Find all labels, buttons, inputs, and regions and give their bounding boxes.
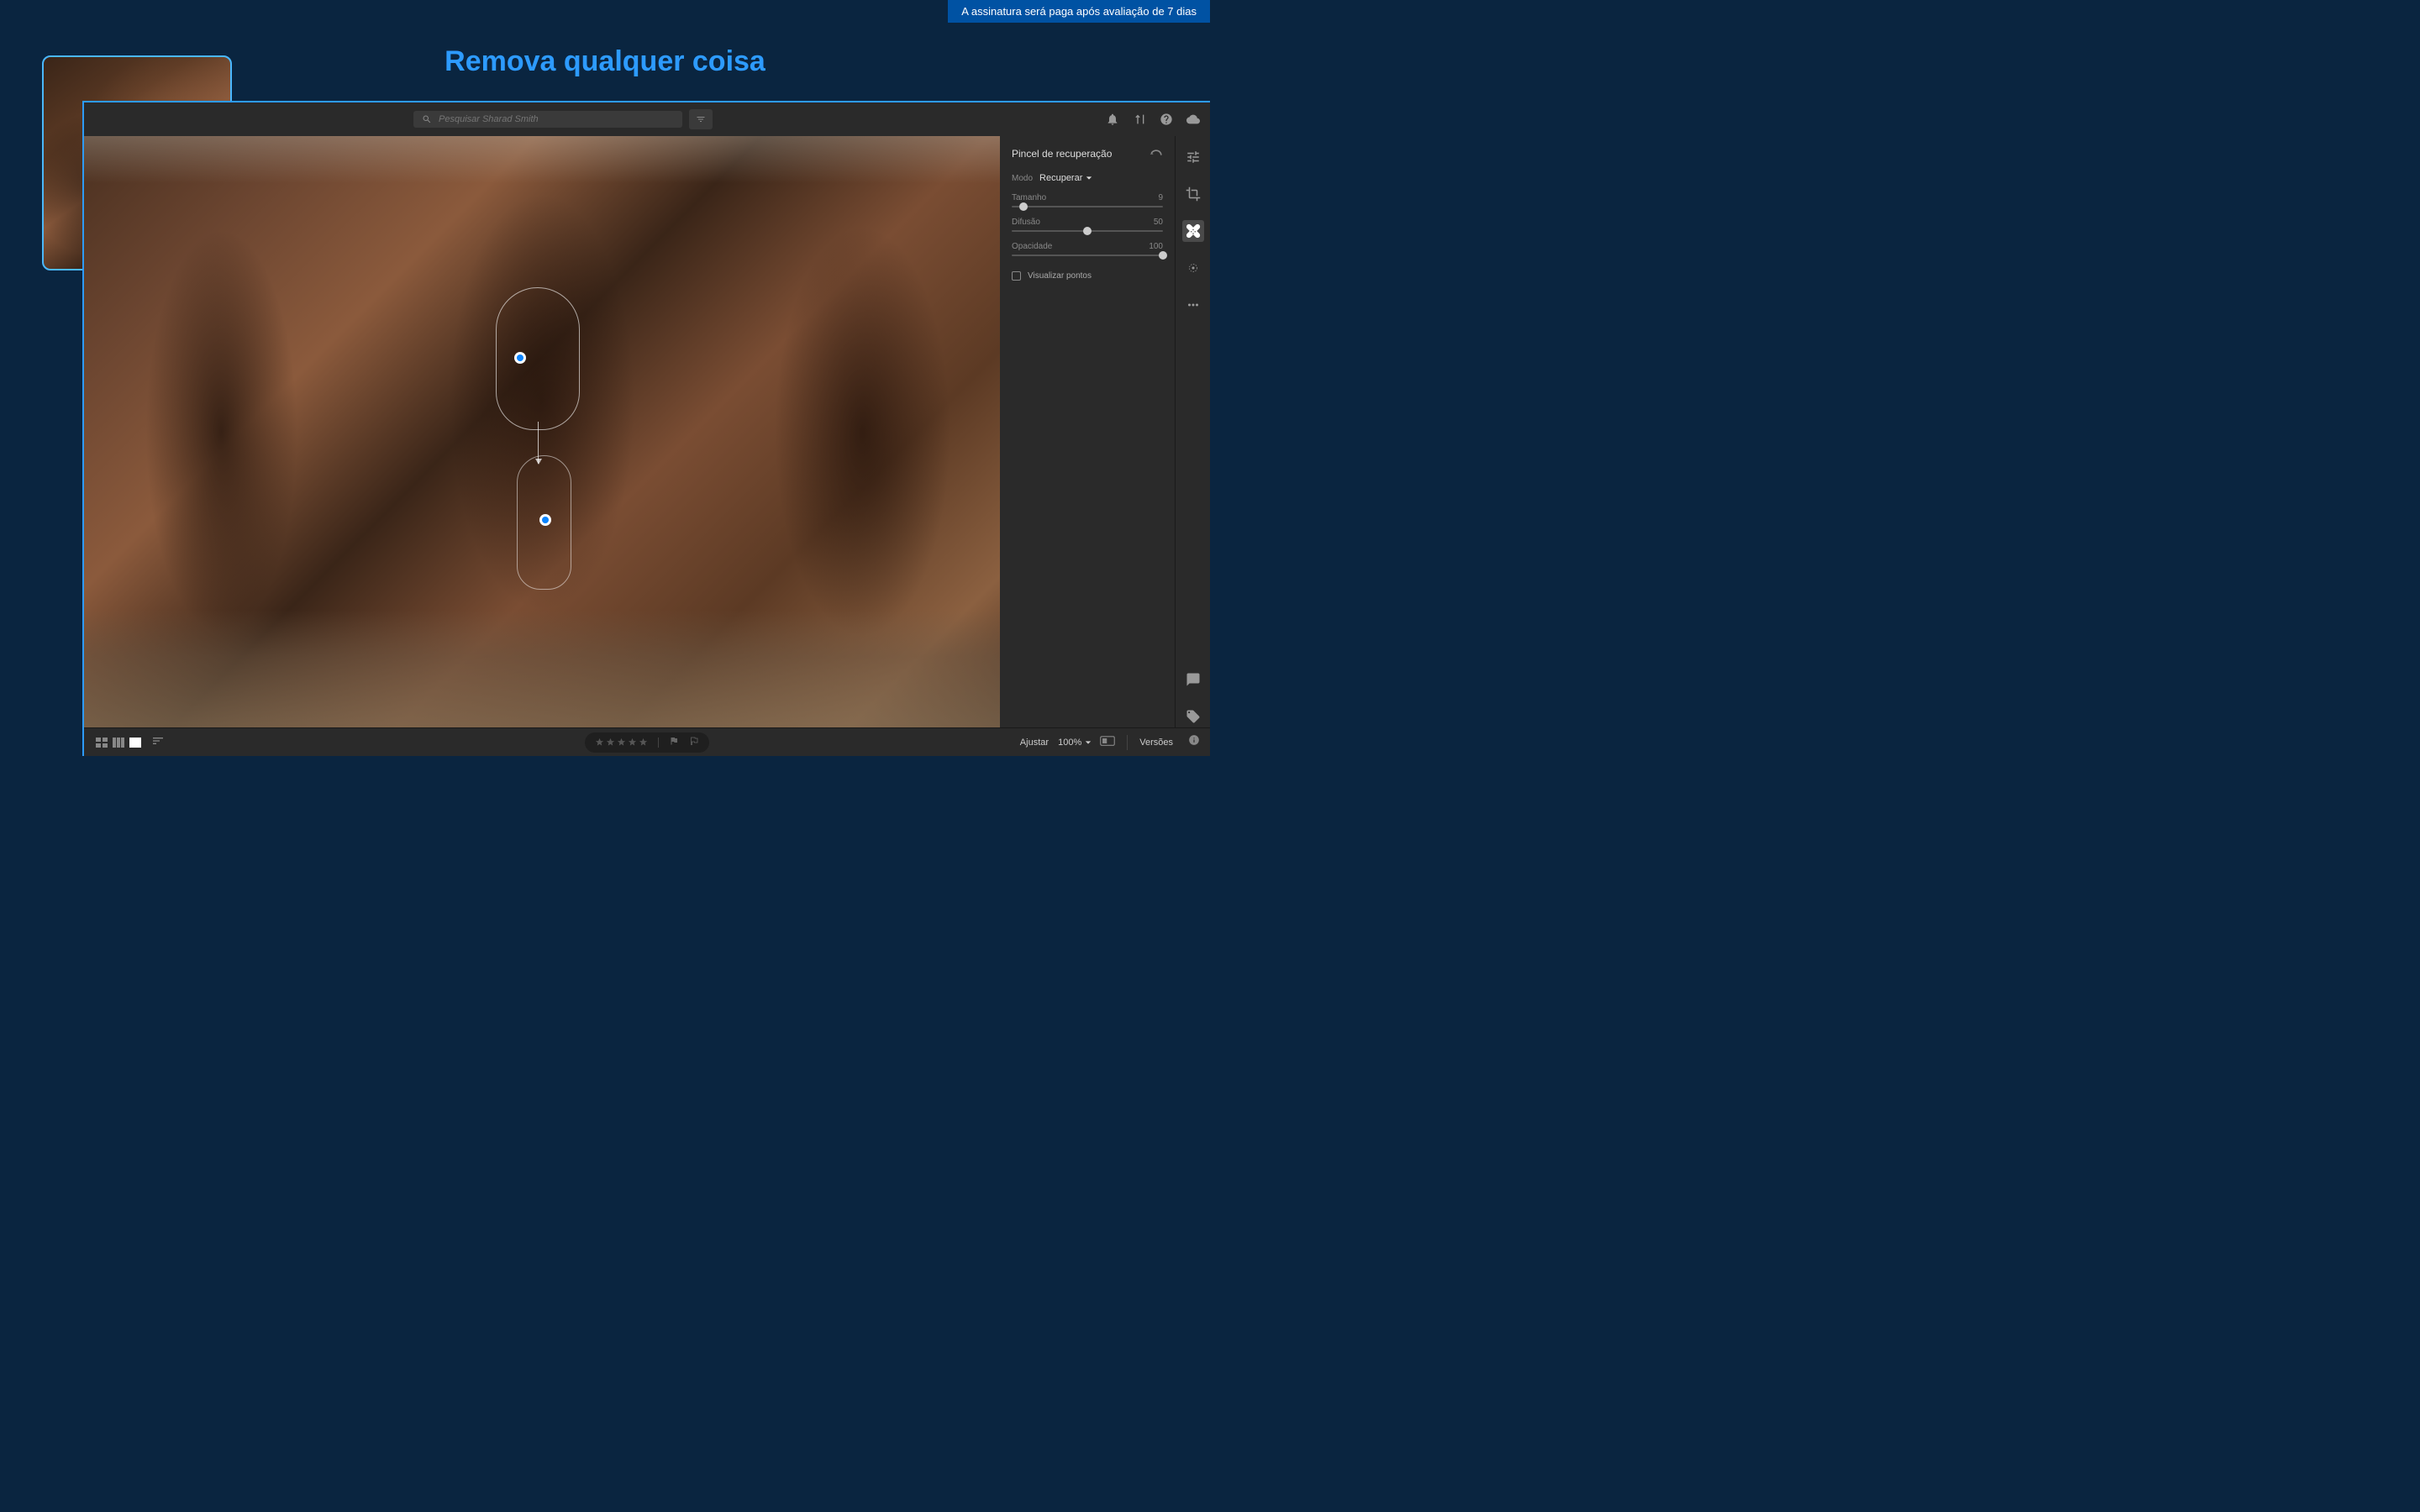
healing-panel: Pincel de recuperação Modo Recuperar Tam…	[1000, 136, 1175, 727]
grid-icon	[96, 738, 108, 748]
funnel-icon	[696, 114, 706, 124]
dots-icon	[1186, 297, 1201, 312]
single-icon	[129, 738, 141, 748]
size-label: Tamanho	[1012, 193, 1046, 202]
star-icon[interactable]	[628, 738, 637, 747]
grid-view-button[interactable]	[94, 737, 109, 748]
checkbox-label: Visualizar pontos	[1028, 271, 1092, 281]
opacity-label: Opacidade	[1012, 242, 1052, 251]
adjust-tool[interactable]	[1182, 146, 1204, 168]
radial-icon	[1186, 260, 1201, 276]
search-field-wrap[interactable]	[413, 111, 682, 128]
help-icon[interactable]	[1160, 113, 1173, 126]
heal-source-outline[interactable]	[496, 287, 580, 430]
comment-icon	[1186, 672, 1201, 687]
info-button[interactable]	[1188, 734, 1200, 750]
bandaid-icon	[1186, 223, 1201, 239]
workspace: Pincel de recuperação Modo Recuperar Tam…	[84, 136, 1210, 727]
healing-tool[interactable]	[1182, 220, 1204, 242]
reject-flag[interactable]	[689, 735, 699, 750]
trial-banner: A assinatura será paga após avaliação de…	[948, 0, 1210, 23]
reset-button[interactable]	[1150, 146, 1163, 161]
fit-dropdown[interactable]: Ajustar 100%	[1020, 738, 1092, 748]
opacity-value: 100	[1149, 242, 1163, 251]
feather-value: 50	[1154, 218, 1163, 227]
app-window: Pincel de recuperação Modo Recuperar Tam…	[82, 101, 1210, 756]
compare-view-button[interactable]	[111, 737, 126, 748]
feature-headline: Remova qualquer coisa	[445, 45, 765, 78]
mode-label: Modo	[1012, 174, 1033, 183]
checkbox-icon	[1012, 271, 1021, 281]
sort-button[interactable]	[151, 735, 165, 750]
heal-pin-source[interactable]	[514, 352, 526, 364]
search-icon	[422, 114, 432, 124]
opacity-slider[interactable]	[1012, 255, 1163, 256]
search-input[interactable]	[439, 114, 674, 124]
bottom-toolbar: Ajustar 100% Versões	[84, 727, 1210, 756]
crop-icon	[1186, 186, 1201, 202]
sort-icon	[151, 736, 165, 746]
original-icon	[1100, 736, 1115, 746]
star-icon[interactable]	[595, 738, 604, 747]
flag-x-icon	[689, 736, 699, 746]
panel-title: Pincel de recuperação	[1012, 148, 1112, 160]
filter-button[interactable]	[689, 109, 713, 129]
rating-stars[interactable]	[595, 738, 648, 747]
bell-icon[interactable]	[1106, 113, 1119, 126]
info-icon	[1188, 734, 1200, 746]
photo-canvas[interactable]	[84, 136, 1000, 727]
detail-view-button[interactable]	[128, 737, 143, 748]
heal-pin-target[interactable]	[539, 514, 551, 526]
chevron-down-icon	[1086, 175, 1092, 181]
sliders-icon	[1186, 150, 1201, 165]
compare-icon	[113, 738, 124, 748]
feather-label: Difusão	[1012, 218, 1040, 227]
more-tool[interactable]	[1182, 294, 1204, 316]
visualize-spots-checkbox[interactable]: Visualizar pontos	[1012, 271, 1163, 281]
size-slider[interactable]	[1012, 206, 1163, 207]
star-icon[interactable]	[639, 738, 648, 747]
comments-tool[interactable]	[1182, 669, 1204, 690]
versions-button[interactable]: Versões	[1139, 738, 1173, 748]
undo-icon	[1150, 147, 1163, 157]
pick-flag[interactable]	[669, 735, 679, 750]
share-icon[interactable]	[1133, 113, 1146, 126]
flag-icon	[669, 736, 679, 746]
star-icon[interactable]	[606, 738, 615, 747]
size-value: 9	[1158, 193, 1163, 202]
star-icon[interactable]	[617, 738, 626, 747]
tag-icon	[1186, 709, 1201, 724]
crop-tool[interactable]	[1182, 183, 1204, 205]
top-toolbar	[84, 102, 1210, 136]
cloud-icon[interactable]	[1186, 113, 1200, 126]
right-toolstrip	[1175, 136, 1210, 727]
chevron-down-icon	[1085, 739, 1092, 746]
feather-slider[interactable]	[1012, 230, 1163, 232]
show-original-button[interactable]	[1100, 735, 1115, 750]
masking-tool[interactable]	[1182, 257, 1204, 279]
mode-dropdown[interactable]: Recuperar	[1039, 173, 1092, 183]
keywords-tool[interactable]	[1182, 706, 1204, 727]
